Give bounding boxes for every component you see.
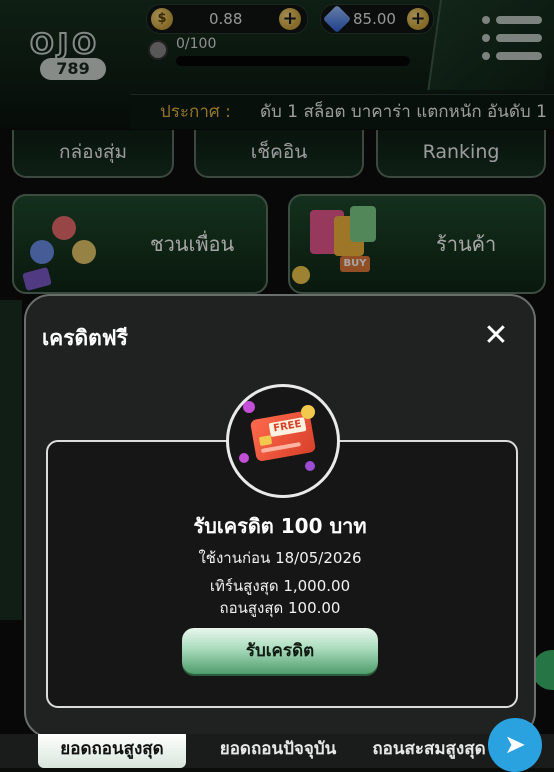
free-credit-modal: เครดิตฟรี ✕ FREE รับเครดิต 100 บาท ใช้งา… [24,294,536,738]
tab-accumulated-withdraw[interactable]: ถอนสะสมสูงสุด [364,734,494,768]
modal-title: เครดิตฟรี [42,326,128,350]
max-withdraw-text: ถอนสูงสุด 100.00 [219,599,341,617]
sparkle-icon [239,453,249,463]
card-chip-icon [258,435,273,447]
free-credit-badge: FREE [226,384,340,498]
close-button[interactable]: ✕ [478,318,514,354]
claim-credit-button[interactable]: รับเครดิต [182,628,378,674]
tab-max-withdraw[interactable]: ยอดถอนสูงสุด [38,734,186,768]
free-card-label: FREE [268,417,307,438]
sparkle-icon [243,401,255,413]
tab-current-withdraw[interactable]: ยอดถอนปัจจุบัน [200,734,356,768]
use-before-text: ใช้งานก่อน 18/05/2026 [198,549,362,567]
telegram-send-icon[interactable]: ➤ [488,718,542,772]
credit-heading: รับเครดิต 100 บาท [193,514,367,538]
sparkle-icon [305,461,315,471]
coin-icon [301,405,315,419]
max-turnover-text: เทิร์นสูงสุด 1,000.00 [209,577,351,595]
